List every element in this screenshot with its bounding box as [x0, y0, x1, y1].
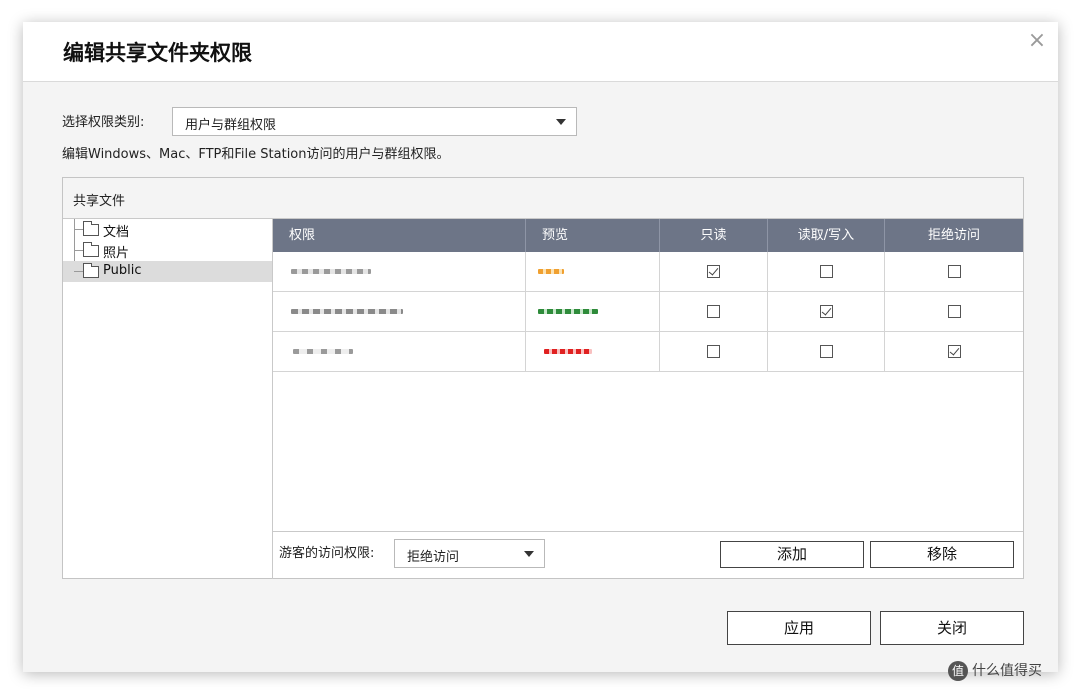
- column-preview[interactable]: 预览: [526, 219, 660, 252]
- read-write-checkbox[interactable]: [820, 265, 833, 278]
- deny-access-checkbox[interactable]: [948, 265, 961, 278]
- read-write-checkbox[interactable]: [820, 345, 833, 358]
- close-icon[interactable]: ×: [1026, 30, 1048, 52]
- tree-branch: [74, 250, 83, 251]
- column-read-write[interactable]: 读取/写入: [768, 219, 885, 252]
- table-row: [273, 292, 1023, 332]
- permission-grid: 权限 预览 只读 读取/写入 拒绝访问: [273, 219, 1023, 532]
- panel-header: 共享文件: [63, 178, 1023, 219]
- preview-cell: [526, 252, 660, 291]
- panel-header-label: 共享文件: [73, 194, 126, 209]
- redacted-user-name: [293, 349, 353, 354]
- redacted-user-name: [291, 269, 371, 274]
- preview-cell: [526, 292, 660, 331]
- permission-type-label: 选择权限类别:: [62, 115, 145, 130]
- grid-divider: [273, 531, 1023, 532]
- column-deny-access[interactable]: 拒绝访问: [885, 219, 1023, 252]
- read-write-cell: [768, 292, 885, 331]
- read-write-checkbox[interactable]: [820, 305, 833, 318]
- dialog-title-bar: 编辑共享文件夹权限 ×: [23, 22, 1058, 82]
- tree-item-label: 文档: [103, 225, 130, 240]
- permission-type-value: 用户与群组权限: [185, 118, 277, 133]
- guest-access-label: 游客的访问权限:: [279, 546, 375, 561]
- watermark-logo-icon: 值: [948, 661, 968, 681]
- table-row: [273, 332, 1023, 372]
- folder-icon: [83, 263, 99, 278]
- chevron-down-icon: [524, 551, 534, 557]
- permission-user-cell: [273, 252, 526, 291]
- permission-type-select[interactable]: 用户与群组权限: [172, 107, 577, 136]
- add-button[interactable]: 添加: [720, 541, 864, 568]
- folder-icon: [83, 221, 99, 236]
- grid-header: 权限 预览 只读 读取/写入 拒绝访问: [273, 219, 1023, 252]
- read-only-cell: [660, 292, 768, 331]
- permission-user-cell: [273, 332, 526, 371]
- tree-item-public[interactable]: Public: [63, 261, 272, 282]
- read-only-checkbox[interactable]: [707, 305, 720, 318]
- deny-access-cell: [885, 332, 1023, 371]
- shared-folder-panel: 共享文件 文档 照片 Public 权限 预览 只读 读取/写入 拒绝访问 游客…: [62, 177, 1024, 579]
- column-read-only[interactable]: 只读: [660, 219, 768, 252]
- apply-button[interactable]: 应用: [727, 611, 871, 645]
- tree-item-label: 照片: [103, 246, 130, 261]
- tree-item-photos[interactable]: 照片: [63, 240, 272, 261]
- redacted-preview: [538, 309, 598, 314]
- read-write-cell: [768, 252, 885, 291]
- tree-branch: [74, 271, 83, 272]
- deny-access-cell: [885, 292, 1023, 331]
- redacted-preview: [544, 349, 592, 354]
- watermark-text: 什么值得买: [972, 663, 1042, 679]
- chevron-down-icon: [556, 119, 566, 125]
- remove-button[interactable]: 移除: [870, 541, 1014, 568]
- deny-access-checkbox[interactable]: [948, 345, 961, 358]
- close-button[interactable]: 关闭: [880, 611, 1024, 645]
- read-only-cell: [660, 332, 768, 371]
- permission-description: 编辑Windows、Mac、FTP和File Station访问的用户与群组权限…: [62, 147, 450, 162]
- tree-item-documents[interactable]: 文档: [63, 219, 272, 240]
- tree-item-label: Public: [103, 263, 142, 278]
- read-only-cell: [660, 252, 768, 291]
- redacted-preview: [538, 269, 564, 274]
- guest-access-select[interactable]: 拒绝访问: [394, 539, 545, 568]
- guest-access-value: 拒绝访问: [407, 550, 460, 565]
- deny-access-cell: [885, 252, 1023, 291]
- read-only-checkbox[interactable]: [707, 345, 720, 358]
- folder-icon: [83, 242, 99, 257]
- permission-user-cell: [273, 292, 526, 331]
- deny-access-checkbox[interactable]: [948, 305, 961, 318]
- watermark: 值什么值得买: [948, 660, 1042, 681]
- tree-branch: [74, 229, 83, 230]
- folder-tree: 文档 照片 Public: [63, 219, 273, 579]
- read-only-checkbox[interactable]: [707, 265, 720, 278]
- table-row: [273, 252, 1023, 292]
- preview-cell: [526, 332, 660, 371]
- column-permission[interactable]: 权限: [273, 219, 526, 252]
- edit-permissions-dialog: 编辑共享文件夹权限 × 选择权限类别: 用户与群组权限 编辑Windows、Ma…: [23, 22, 1058, 672]
- dialog-title: 编辑共享文件夹权限: [63, 41, 252, 65]
- redacted-user-name: [291, 309, 403, 314]
- read-write-cell: [768, 332, 885, 371]
